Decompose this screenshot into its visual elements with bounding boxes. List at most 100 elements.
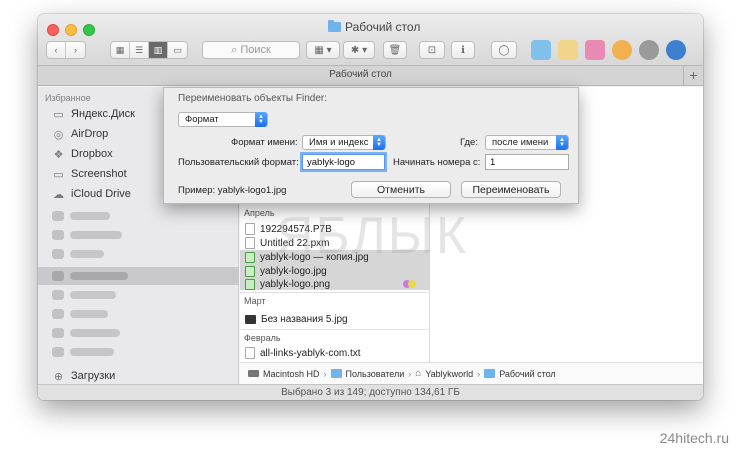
file-name: Без названия 5.jpg — [261, 313, 348, 325]
back-button[interactable]: ‹ — [47, 42, 66, 58]
document-icon — [245, 223, 255, 235]
info-button[interactable]: ℹ — [451, 41, 475, 59]
minimize-window-button[interactable] — [65, 24, 77, 36]
example-text: Пример: yablyk-logo1.jpg — [178, 185, 287, 196]
name-format-label: Формат имени: — [231, 137, 298, 148]
rename-mode-select[interactable]: Формат ▲ ▼ — [178, 112, 268, 127]
downloads-icon: ⊕ — [53, 370, 64, 383]
hard-drive-icon — [248, 370, 259, 377]
path-item[interactable]: Рабочий стол — [499, 369, 556, 379]
tab-desktop[interactable]: Рабочий стол — [38, 69, 683, 80]
trash-button[interactable]: 🗑 — [383, 41, 407, 59]
path-item[interactable]: Macintosh HD — [263, 369, 320, 379]
document-icon — [245, 237, 255, 249]
sidebar-item-dropbox[interactable]: ❖ Dropbox — [52, 145, 113, 163]
sidebar-item-label: Screenshot — [71, 168, 127, 180]
close-window-button[interactable] — [47, 24, 59, 36]
arrange-button[interactable]: ▦ ▾ — [306, 41, 340, 59]
blurred-item — [70, 310, 108, 318]
name-format-value: Имя и индекс — [309, 137, 369, 148]
tags-button[interactable]: ◯ — [491, 41, 517, 59]
finder-app-icon[interactable] — [531, 40, 551, 60]
where-select[interactable]: после имени ▲ ▼ — [485, 135, 569, 150]
sidebar-selected-item[interactable] — [38, 267, 239, 285]
new-folder-button[interactable]: ⊡ — [419, 41, 445, 59]
title-bar: Рабочий стол ‹ › ▦ ☰ ▥ ▭ ⌕ Поиск ▦ ▾ ✱ ▾… — [38, 14, 703, 66]
sidebar-item-airdrop[interactable]: ◎ AirDrop — [52, 125, 109, 143]
updown-arrows-icon: ▲ ▼ — [373, 135, 385, 150]
quicktime-app-icon[interactable] — [666, 40, 686, 60]
document-icon — [245, 347, 255, 359]
info-icon: ℹ — [461, 44, 465, 56]
group-header: Апрель — [244, 208, 275, 218]
blurred-item — [70, 272, 128, 280]
group-header: Март — [244, 296, 266, 306]
launchpad-app-icon[interactable] — [639, 40, 659, 60]
action-button[interactable]: ✱ ▾ — [343, 41, 375, 59]
icon-view-button[interactable]: ▦ — [111, 42, 130, 58]
watermark: ЯБЛЫК — [276, 207, 469, 265]
cover-flow-button[interactable]: ▭ — [168, 42, 187, 58]
group-header: Февраль — [244, 333, 281, 343]
search-placeholder: Поиск — [240, 44, 271, 56]
file-row[interactable]: Без названия 5.jpg — [240, 312, 430, 326]
folder-icon — [330, 369, 342, 378]
custom-format-label: Пользовательский формат: — [178, 157, 299, 168]
image-icon — [245, 278, 255, 290]
sidebar-item-yandex-disk[interactable]: ▭ Яндекс.Диск — [52, 105, 135, 123]
folder-icon: ▭ — [53, 168, 64, 181]
sidebar-item-screenshot[interactable]: ▭ Screenshot — [52, 165, 127, 183]
gear-icon: ✱ ▾ — [350, 44, 368, 56]
file-row[interactable]: all-links-yablyk-com.txt — [240, 346, 430, 360]
zoom-window-button[interactable] — [83, 24, 95, 36]
path-item[interactable]: Пользователи — [346, 369, 405, 379]
keyboard-app-icon[interactable] — [585, 40, 605, 60]
forward-button[interactable]: › — [66, 42, 85, 58]
yellow-tag-icon — [408, 280, 416, 288]
airdrop-icon: ◎ — [53, 128, 64, 141]
sidebar-item-downloads[interactable]: ⊕ Загрузки — [52, 367, 115, 385]
orange-app-icon[interactable] — [612, 40, 632, 60]
blurred-icon — [52, 211, 64, 221]
preview-app-icon[interactable] — [558, 40, 578, 60]
rename-dialog: Переименовать объекты Finder: Формат ▲ ▼ … — [163, 87, 579, 204]
color-tags — [403, 280, 416, 288]
file-row-selected[interactable]: yablyk-logo.jpg — [240, 264, 430, 278]
cancel-button[interactable]: Отменить — [351, 181, 451, 198]
chevron-right-icon: › — [323, 368, 327, 379]
rename-button[interactable]: Переименовать — [461, 181, 561, 198]
where-value: после имени — [492, 137, 549, 148]
sidebar-item-icloud-drive[interactable]: ☁ iCloud Drive — [52, 185, 131, 203]
path-item[interactable]: Yablykworld — [425, 369, 473, 379]
list-view-button[interactable]: ☰ — [130, 42, 149, 58]
updown-arrows-icon: ▲ ▼ — [255, 112, 267, 127]
where-label: Где: — [460, 137, 478, 148]
folder-icon — [484, 369, 496, 378]
custom-format-field[interactable]: yablyk-logo — [302, 154, 385, 170]
blurred-icon — [52, 347, 64, 357]
cloud-icon: ☁ — [53, 188, 64, 201]
blurred-item — [70, 250, 104, 258]
start-number-field[interactable]: 1 — [485, 154, 569, 170]
blurred-icon — [52, 230, 64, 240]
blurred-icon — [52, 309, 64, 319]
group-divider — [240, 329, 430, 330]
file-row-selected[interactable]: yablyk-logo.png — [240, 278, 430, 290]
sidebar-item-label: Яндекс.Диск — [71, 108, 135, 120]
search-field[interactable]: ⌕ Поиск — [202, 41, 300, 59]
column-view-button[interactable]: ▥ — [149, 42, 168, 58]
magnifier-icon: ⌕ — [231, 43, 238, 56]
blurred-icon — [52, 290, 64, 300]
group-divider — [240, 292, 430, 293]
nav-buttons: ‹ › — [46, 41, 86, 59]
name-format-select[interactable]: Имя и индекс ▲ ▼ — [302, 135, 386, 150]
blurred-icon — [52, 271, 64, 281]
site-credit: 24hitech.ru — [659, 430, 729, 446]
home-icon: ⌂ — [415, 368, 422, 379]
file-name: yablyk-logo.jpg — [260, 265, 327, 277]
window-title: Рабочий стол — [328, 20, 420, 34]
sidebar-item-label: AirDrop — [71, 128, 109, 140]
new-tab-button[interactable]: + — [683, 66, 703, 86]
image-icon — [245, 251, 255, 263]
start-number-label: Начинать номера с: — [393, 157, 481, 168]
